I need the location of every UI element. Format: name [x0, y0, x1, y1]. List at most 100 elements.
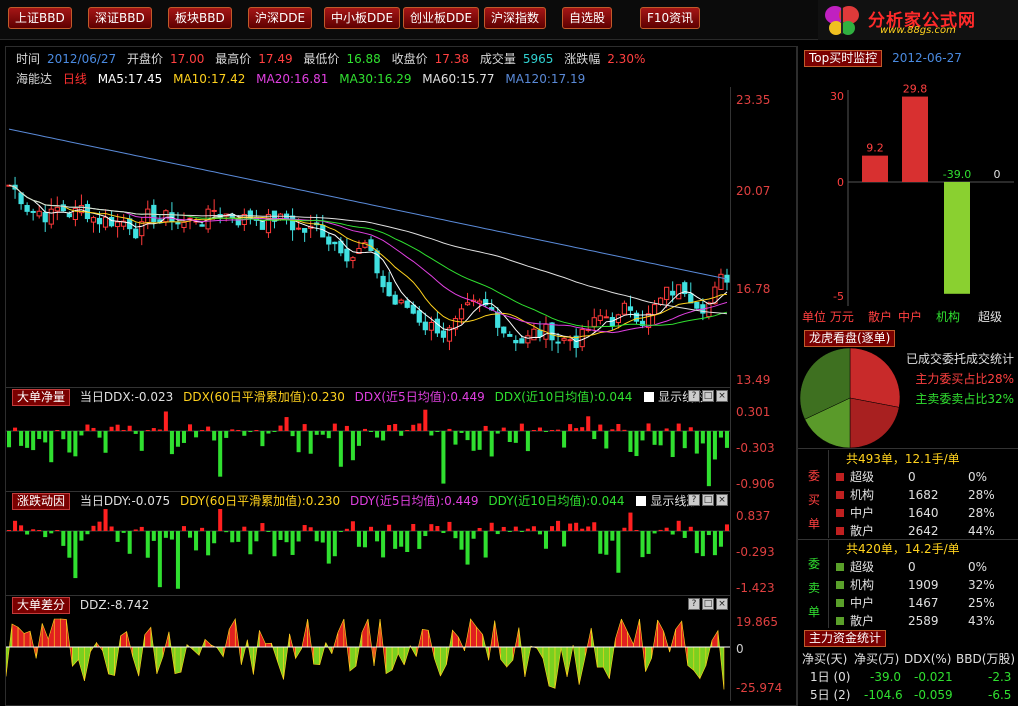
order-type: 中户: [850, 596, 875, 610]
ddz-area-segment: [596, 646, 604, 668]
indicator-bar: [326, 531, 331, 564]
ddz-area-segment: [319, 642, 327, 665]
indicator-bar: [145, 531, 150, 558]
toolbar-button-f10[interactable]: F10资讯: [640, 7, 701, 29]
candle-body: [495, 311, 501, 328]
ddz-area-segment: [295, 646, 302, 660]
order-group-row: 超级 0 0%: [798, 468, 1018, 486]
candle-body: [513, 339, 519, 344]
toolbar-button-sme-dde[interactable]: 中小板DDE: [324, 7, 401, 29]
maximize-icon[interactable]: □: [702, 598, 714, 610]
main-chart-area: 时间 2012/06/27 开盘价 17.00 最高价 17.49 最低价 16.88 …: [5, 46, 797, 706]
order-count: 0: [908, 560, 916, 574]
indicator-bar: [712, 431, 717, 460]
volume-value: 5965: [522, 52, 554, 66]
ddy-tag[interactable]: 涨跌动因: [12, 493, 71, 510]
toolbar-button-hs-dde[interactable]: 沪深DDE: [248, 7, 313, 29]
ddz-area-segment: [361, 618, 369, 648]
close-value: 17.38: [434, 52, 469, 66]
indicator-bar: [320, 531, 325, 543]
indicator-bar: [507, 531, 512, 532]
help-icon[interactable]: ?: [688, 390, 700, 402]
close-icon[interactable]: ×: [716, 390, 728, 402]
ddz-area-segment: [687, 646, 695, 672]
indicator-bar: [43, 431, 48, 443]
indicator-bar: [459, 531, 464, 550]
ddz-area-segment: [645, 646, 652, 672]
time-label: 时间: [16, 52, 41, 66]
ddy-bar-chart[interactable]: [6, 509, 730, 595]
candle-body: [18, 192, 24, 205]
ddx-tag[interactable]: 大单净量: [12, 389, 71, 406]
close-icon[interactable]: ×: [716, 494, 728, 506]
indicator-bar: [49, 531, 54, 534]
indicator-bar: [483, 531, 488, 558]
candle-body: [296, 227, 302, 230]
dragon-tiger-tag[interactable]: 龙虎看盘(逐单): [804, 330, 896, 347]
candle-body: [440, 330, 447, 338]
candle-body: [458, 308, 465, 320]
toolbar-button-sz-bbd[interactable]: 深证BBD: [88, 7, 152, 29]
ddz-area-segment: [132, 646, 140, 677]
toolbar-button-hs-index[interactable]: 沪深指数: [484, 7, 547, 29]
indicator-bar: [91, 427, 96, 431]
indicator-bar: [362, 531, 367, 548]
indicator-bar: [381, 531, 386, 558]
toolbar-button-sector-bbd[interactable]: 板块BBD: [168, 7, 232, 29]
bar-chart-footer: 单位 万元 散户 中户 机构 超级: [802, 308, 1002, 324]
maximize-icon[interactable]: □: [702, 494, 714, 506]
toolbar-button-watchlist[interactable]: 自选股: [562, 7, 613, 29]
ddz-area-chart[interactable]: [6, 613, 730, 703]
help-icon[interactable]: ?: [688, 494, 700, 506]
indicator-bar: [724, 524, 729, 531]
ddz-area-segment: [500, 646, 508, 668]
indicator-bar: [507, 431, 512, 442]
ddz-tag[interactable]: 大单差分: [12, 597, 71, 614]
capital-flow-bar-chart[interactable]: 30 0 -5 9.2 29.8 -39.0 0: [798, 70, 1018, 310]
buy-group-header: 共493单，12.1手/单: [846, 452, 960, 466]
ddx-bar-chart[interactable]: [6, 405, 730, 491]
ddx-axis-label: -0.303: [736, 441, 775, 455]
indicator-bar: [447, 521, 452, 531]
legend-swatch: [836, 581, 844, 589]
candle-body: [603, 316, 609, 319]
maximize-icon[interactable]: □: [702, 390, 714, 402]
change-label: 涨跌幅: [564, 52, 601, 66]
indicator-bar: [688, 427, 693, 431]
toolbar-button-gem-dde[interactable]: 创业板DDE: [403, 7, 480, 29]
help-icon[interactable]: ?: [688, 598, 700, 610]
high-label: 最高价: [215, 52, 252, 66]
ddz-area-segment: [6, 624, 13, 677]
fund-stats-tag[interactable]: 主力资金统计: [804, 630, 887, 647]
candle-body: [289, 215, 296, 231]
indicator-bar: [218, 509, 223, 531]
indicator-bar: [574, 428, 579, 431]
indicator-bar: [266, 431, 271, 434]
close-icon[interactable]: ×: [716, 598, 728, 610]
candle-body: [658, 297, 664, 305]
indicator-bar: [592, 431, 597, 440]
candle-body: [36, 210, 42, 217]
ddx-current: 当日DDX:-0.023: [79, 390, 174, 404]
indicator-bar: [169, 431, 174, 455]
ddz-area-segment: [29, 631, 37, 659]
ddz-area-segment: [693, 646, 701, 680]
volume-label: 成交量: [479, 52, 516, 66]
top-monitor-tag[interactable]: Top买时监控: [804, 50, 883, 67]
period-label[interactable]: 日线: [63, 72, 87, 86]
indicator-bar: [236, 531, 241, 542]
indicator-bar: [151, 531, 156, 541]
ma120-value: MA120:17.19: [505, 72, 586, 86]
toolbar-button-sh-bbd[interactable]: 上证BBD: [8, 7, 72, 29]
indicator-bar: [290, 531, 295, 555]
checkbox-icon: [636, 496, 647, 506]
indicator-bar: [423, 409, 428, 431]
indicator-bar: [381, 431, 386, 441]
indicator-bar: [344, 528, 349, 531]
ma5-value: MA5:17.45: [97, 72, 163, 86]
candlestick-chart[interactable]: [6, 89, 730, 384]
ma-line: [8, 184, 728, 334]
indicator-bar: [477, 527, 482, 531]
order-percent: 0%: [968, 470, 988, 484]
order-count: 1640: [908, 506, 939, 520]
